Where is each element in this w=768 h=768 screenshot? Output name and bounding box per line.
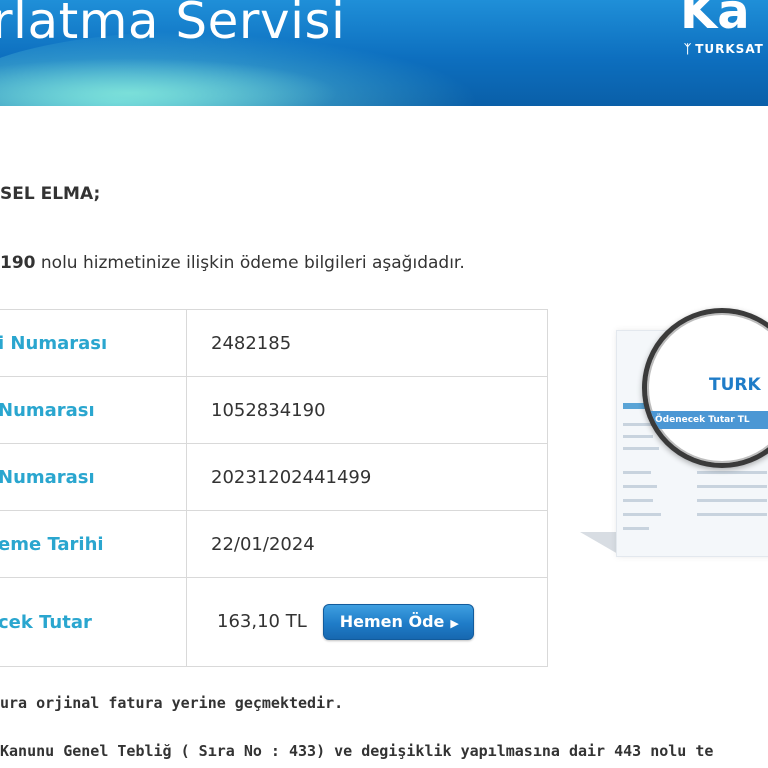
row-label: Numarası [0, 376, 187, 444]
intro-sentence: nolu hizmetinize ilişkin ödeme bilgileri… [35, 253, 465, 273]
row-value: 2482185 [186, 309, 548, 377]
intro-text: 190 nolu hizmetinize ilişkin ödeme bilgi… [0, 253, 465, 273]
sheet-line [697, 499, 767, 502]
sheet-line [623, 435, 653, 438]
amount-value: 163,10 TL [217, 611, 307, 632]
table-row: i Numarası 2482185 [0, 309, 548, 377]
row-value: 22/01/2024 [186, 510, 548, 578]
sheet-line [623, 485, 657, 488]
header-banner: rlatma Servisi Ka ᛉ TURKSAT [0, 0, 768, 106]
banner-title: rlatma Servisi [0, 0, 346, 50]
row-value: 1052834190 [186, 376, 548, 444]
payment-info-table: i Numarası 2482185 Numarası 1052834190 N… [0, 309, 548, 667]
row-label: i Numarası [0, 309, 187, 377]
sheet-line [623, 527, 649, 530]
pay-now-label: Hemen Öde [339, 612, 445, 631]
sheet-line [623, 471, 651, 474]
turksat-mark-icon: ᛉ [684, 42, 693, 56]
amount-cell: 163,10 TL Hemen Öde ▶ [186, 577, 548, 667]
turksat-label: TURKSAT [695, 42, 764, 56]
invoice-illustration: TURK Ödenecek Tutar TL [580, 300, 768, 570]
chevron-right-icon: ▶ [450, 617, 459, 630]
sheet-line [623, 499, 653, 502]
brand-logo: Ka [680, 0, 750, 40]
sheet-line [623, 447, 659, 450]
row-value: 20231202441499 [186, 443, 548, 511]
sheet-line [623, 513, 661, 516]
lens-amount-bar: Ödenecek Tutar TL [647, 411, 768, 429]
table-row: Numarası 20231202441499 [0, 443, 548, 511]
table-row: eme Tarihi 22/01/2024 [0, 510, 548, 578]
row-label: eme Tarihi [0, 510, 187, 578]
pay-now-button[interactable]: Hemen Öde ▶ [322, 604, 474, 640]
original-invoice-note: ura orjinal fatura yerine geçmektedir. [0, 694, 344, 712]
page-fold [580, 532, 618, 554]
lens-logo: TURK [709, 375, 761, 395]
row-label: Numarası [0, 443, 187, 511]
legal-note: Kanunu Genel Tebliğ ( Sıra No : 433) ve … [0, 742, 714, 760]
table-row: cek Tutar 163,10 TL Hemen Öde ▶ [0, 577, 548, 667]
sheet-line [697, 513, 767, 516]
sheet-line [697, 485, 767, 488]
service-number-fragment: 190 [0, 253, 36, 273]
sheet-line [697, 471, 767, 474]
greeting: SEL ELMA; [0, 184, 101, 204]
turksat-logo: ᛉ TURKSAT [684, 42, 764, 56]
row-label: cek Tutar [0, 577, 187, 667]
table-row: Numarası 1052834190 [0, 376, 548, 444]
